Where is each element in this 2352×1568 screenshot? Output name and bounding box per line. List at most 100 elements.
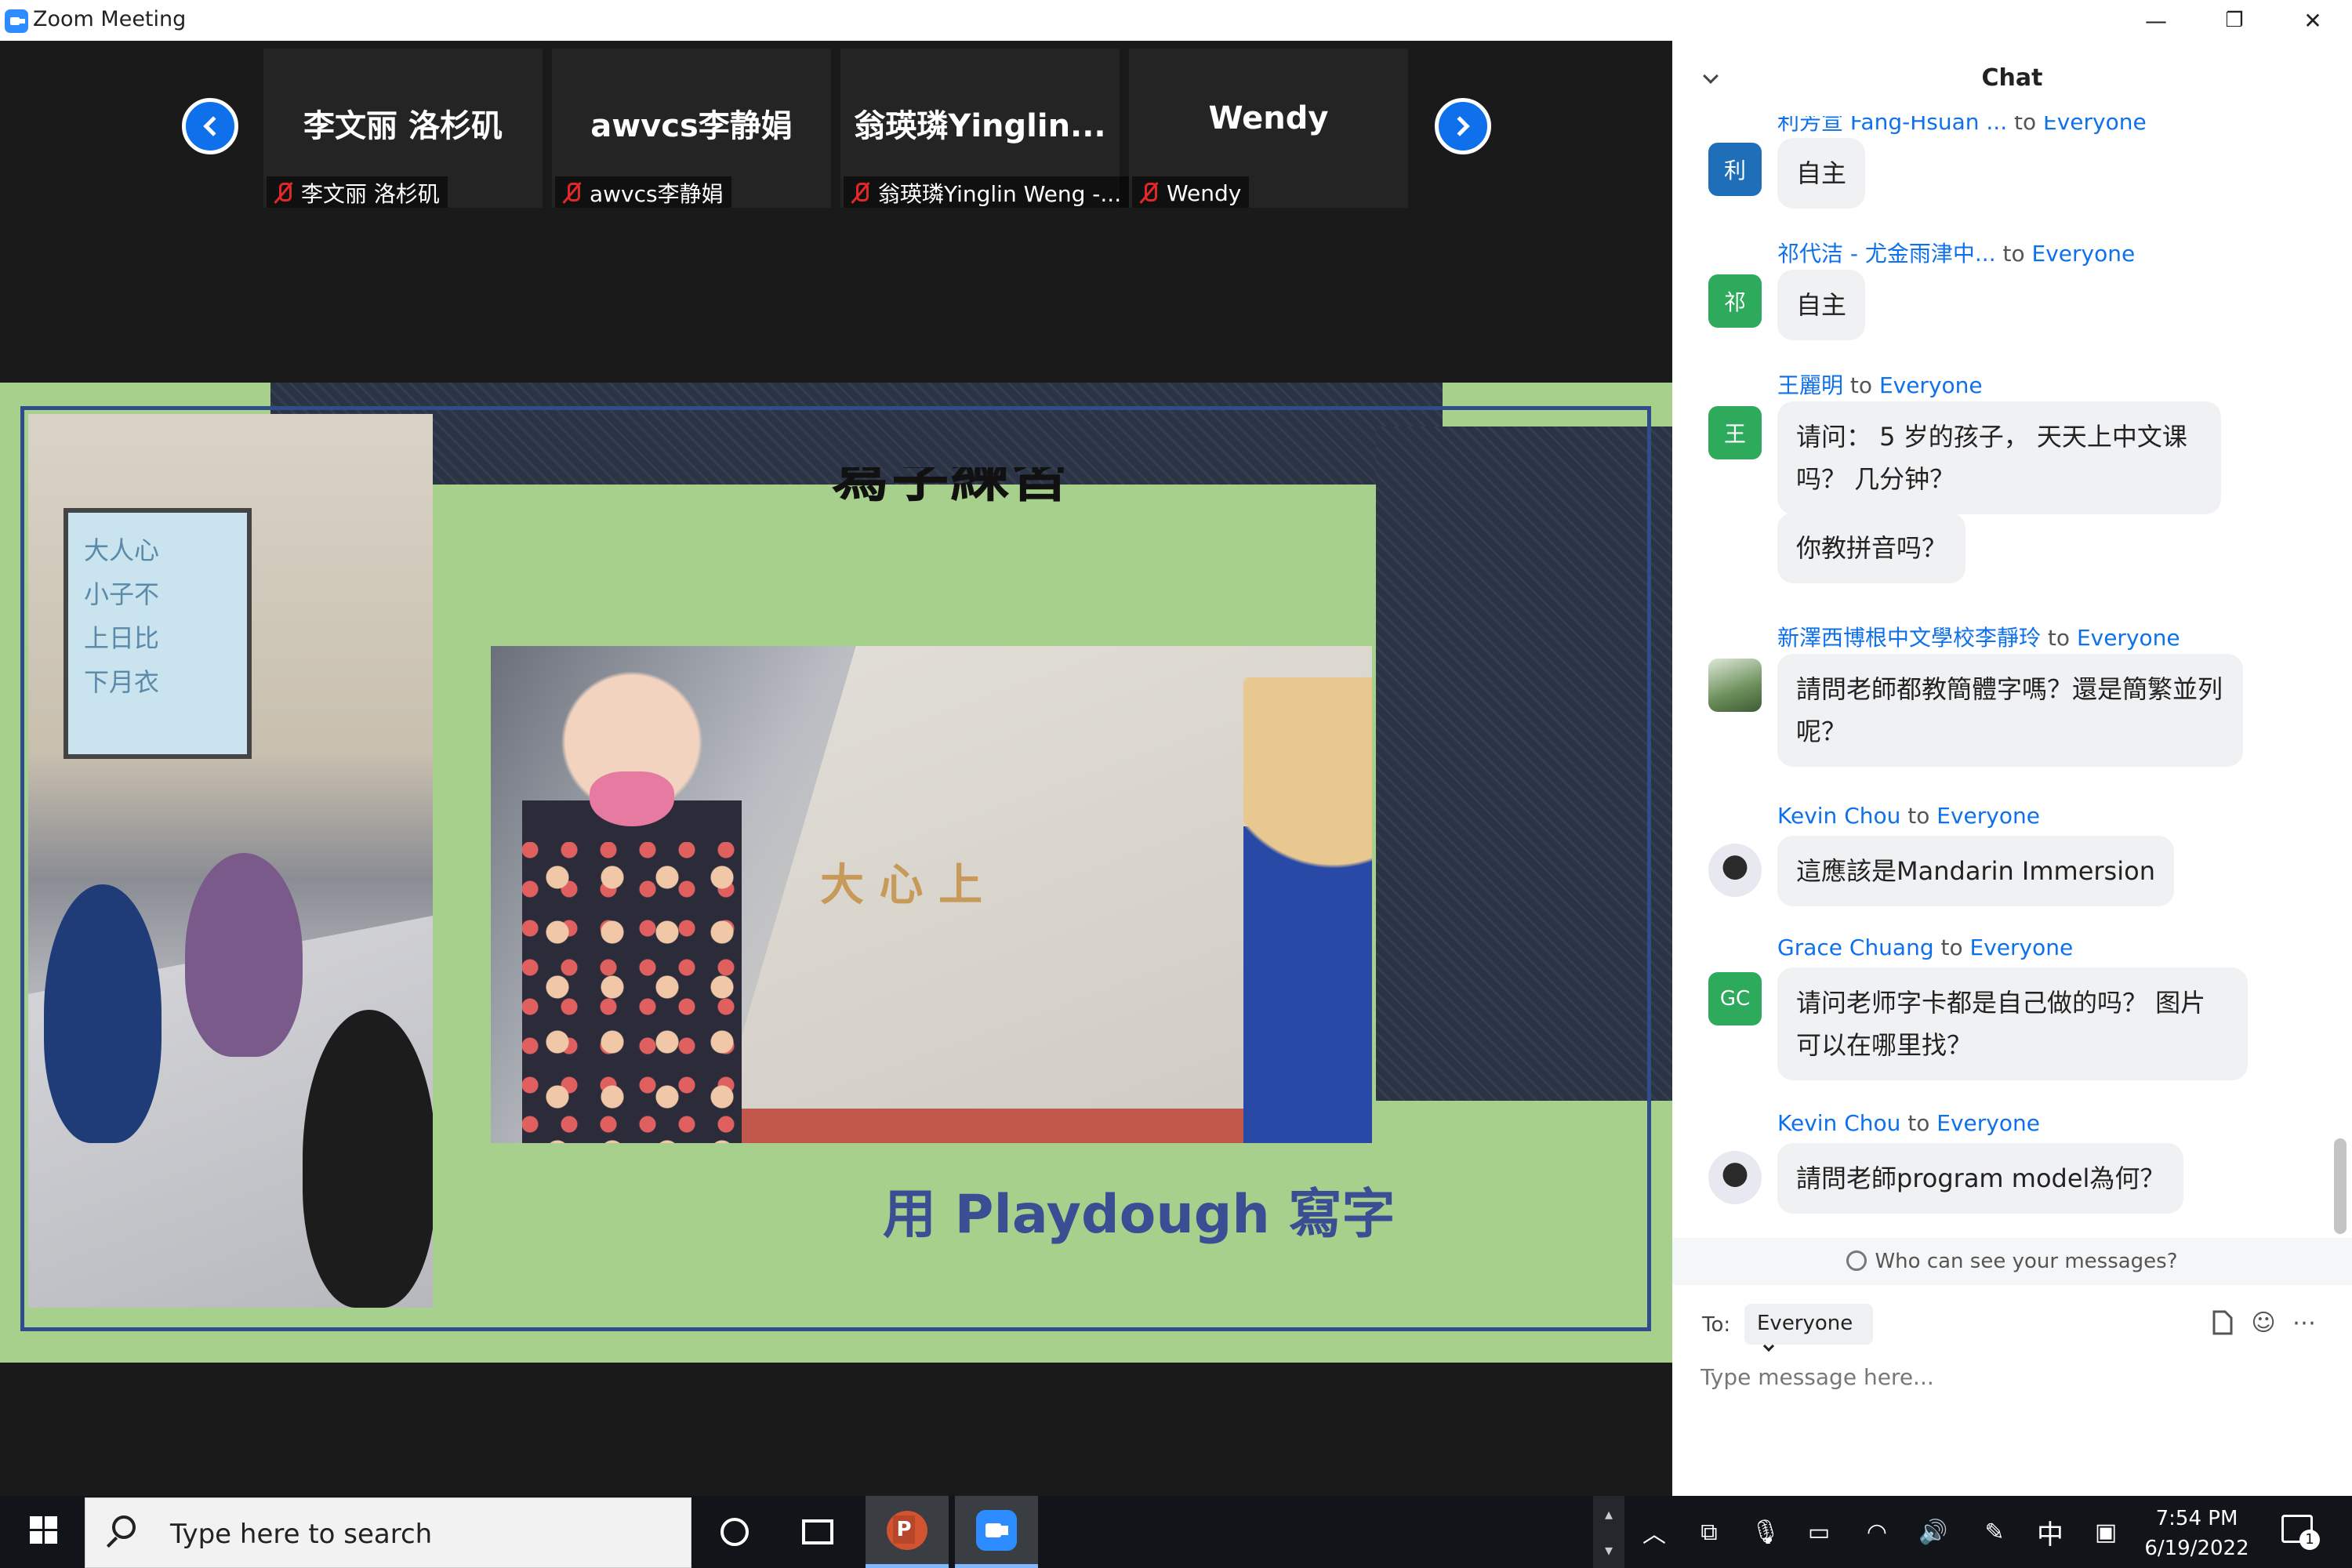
playdough-letters: 大 心 上 bbox=[820, 860, 982, 911]
chevron-down-icon bbox=[1762, 1340, 1775, 1352]
chevron-right-icon bbox=[1450, 116, 1470, 136]
message-sender: 祁代洁 - 尤金雨津中... to Everyone bbox=[1777, 237, 2135, 268]
participant-tile[interactable]: 李文丽 洛杉矶 李文丽 洛杉矶 bbox=[263, 49, 543, 208]
participant-name-tag: Wendy bbox=[1132, 176, 1250, 208]
participant-tile[interactable]: awvcs李静娟 awvcs李静娟 bbox=[552, 49, 831, 208]
battery-icon[interactable]: ▭ bbox=[1803, 1516, 1835, 1548]
sender-name: Grace Chuang bbox=[1777, 935, 1934, 960]
avatar: 利 bbox=[1708, 143, 1762, 196]
avatar bbox=[1708, 1151, 1762, 1204]
microphone-icon[interactable]: 🎙 bbox=[1750, 1516, 1781, 1548]
participant-display-name: 李文丽 洛杉矶 bbox=[303, 108, 503, 144]
taskbar-scroll-control[interactable]: ▴ ▾ bbox=[1593, 1496, 1624, 1568]
powerpoint-icon[interactable] bbox=[866, 1496, 949, 1568]
to-label: to bbox=[2002, 241, 2025, 267]
participant-tag-label: 翁瑛璘Yinglin Weng -... bbox=[878, 181, 1122, 207]
restore-button[interactable]: ❐ bbox=[2195, 0, 2274, 41]
privacy-link-label: Who can see your messages? bbox=[1875, 1250, 2178, 1273]
student-figure bbox=[1243, 677, 1372, 1143]
to-label: to bbox=[1940, 935, 1963, 960]
search-placeholder: Type here to search bbox=[170, 1519, 433, 1550]
notifications-icon[interactable]: 1 bbox=[2281, 1515, 2320, 1550]
sender-name: 新澤西博根中文學校李靜玲 bbox=[1777, 625, 2042, 651]
message-sender: Kevin Chou to Everyone bbox=[1777, 803, 2040, 829]
message-sender: 利芳宣 Fang-Hsuan ... to Everyone bbox=[1777, 116, 2147, 136]
emoji-icon[interactable]: ☺ bbox=[2249, 1308, 2278, 1337]
notification-badge: 1 bbox=[2299, 1530, 2320, 1550]
volume-icon[interactable]: 🔊 bbox=[1918, 1516, 1949, 1548]
show-hidden-icons-icon[interactable]: ︿ bbox=[1639, 1516, 1670, 1548]
clock-time: 7:54 PM bbox=[2155, 1507, 2238, 1530]
participant-display-name: 翁瑛璘Yinglin... bbox=[854, 108, 1106, 144]
chevron-left-icon bbox=[203, 116, 223, 136]
mic-muted-icon bbox=[563, 181, 580, 205]
task-view-icon[interactable] bbox=[776, 1496, 859, 1568]
chat-scrollbar[interactable] bbox=[2334, 1138, 2347, 1234]
student-figure bbox=[303, 1010, 433, 1308]
recipient-name: Everyone bbox=[1878, 372, 1983, 398]
pen-icon[interactable]: ✎ bbox=[1979, 1516, 2010, 1548]
who-can-see-messages-link[interactable]: Who can see your messages? bbox=[1672, 1238, 2352, 1285]
mic-muted-icon bbox=[274, 181, 292, 205]
file-icon[interactable] bbox=[2209, 1308, 2237, 1337]
student-figure bbox=[44, 884, 162, 1143]
taskbar-clock[interactable]: 7:54 PM 6/19/2022 bbox=[2134, 1504, 2259, 1563]
participant-tile[interactable]: Wendy Wendy bbox=[1129, 49, 1408, 208]
chat-composer: To: Everyone ☺ ⋯ bbox=[1672, 1285, 2352, 1496]
video-area: 李文丽 洛杉矶 李文丽 洛杉矶 awvcs李静娟 awvcs李静娟 翁瑛璘Yin… bbox=[0, 41, 1672, 1496]
shared-screen: 大人心 小子不 上日比 下月衣 大 心 上 寫字練習 用 Playdough 寫… bbox=[0, 383, 1672, 1363]
search-icon bbox=[112, 1515, 136, 1539]
next-page-button[interactable] bbox=[1435, 98, 1491, 154]
recipient-name: Everyone bbox=[1936, 803, 2040, 829]
slide-caption: 用 Playdough 寫字 bbox=[883, 1184, 1396, 1246]
close-button[interactable]: ✕ bbox=[2274, 0, 2352, 41]
recipient-name: Everyone bbox=[1969, 935, 2074, 960]
previous-page-button[interactable] bbox=[182, 98, 238, 154]
message-bubble: 请问老师字卡都是自己做的吗？ 图片可以在哪里找？ bbox=[1777, 967, 2248, 1080]
avatar: GC bbox=[1708, 972, 1762, 1025]
taskbar: Type here to search ▴▾ ︿ ⧉ 🎙 ▭ ◠ 🔊 ✎ 中 ▣… bbox=[0, 1496, 2352, 1568]
person-icon bbox=[1846, 1250, 1867, 1271]
to-label: to bbox=[1849, 372, 1873, 398]
sender-name: Kevin Chou bbox=[1777, 803, 1901, 829]
message-sender: Kevin Chou to Everyone bbox=[1777, 1110, 2040, 1136]
message-input[interactable] bbox=[1700, 1357, 2320, 1396]
participant-tag-label: Wendy bbox=[1167, 180, 1242, 206]
student-figure bbox=[522, 654, 742, 1143]
recipient-name: Everyone bbox=[2031, 241, 2136, 267]
message-bubble: 這應該是Mandarin Immersion bbox=[1777, 836, 2174, 906]
participant-tile[interactable]: 翁瑛璘Yinglin... 翁瑛璘Yinglin Weng -... bbox=[840, 49, 1130, 208]
participant-tag-label: 李文丽 洛杉矶 bbox=[301, 181, 440, 207]
recipient-name: Everyone bbox=[1936, 1110, 2040, 1136]
participant-name-tag: 翁瑛璘Yinglin Weng -... bbox=[844, 176, 1130, 208]
more-options-icon[interactable]: ⋯ bbox=[2290, 1308, 2318, 1337]
meeting-icon[interactable]: ⧉ bbox=[1693, 1516, 1725, 1548]
board-characters: 大人心 小子不 上日比 下月衣 bbox=[84, 535, 160, 697]
message-bubble: 请问： 5 岁的孩子， 天天上中文课吗？ 几分钟？ bbox=[1777, 401, 2221, 514]
participant-display-name: Wendy bbox=[1208, 100, 1329, 136]
chat-title: Chat bbox=[1981, 64, 2043, 92]
taskbar-search-box[interactable]: Type here to search bbox=[85, 1497, 691, 1568]
message-bubble: 請問老師都教簡體字嗎？還是簡繁並列呢？ bbox=[1777, 654, 2243, 767]
recipient-selected: Everyone bbox=[1757, 1312, 1853, 1335]
windows-start-button[interactable] bbox=[16, 1496, 71, 1568]
sender-name: Kevin Chou bbox=[1777, 1110, 1901, 1136]
playdough-photo: 大 心 上 bbox=[491, 646, 1372, 1143]
recipient-dropdown[interactable]: Everyone bbox=[1744, 1304, 1873, 1352]
zoom-taskbar-icon[interactable] bbox=[955, 1496, 1038, 1568]
chat-message-list[interactable]: 利芳宣 Fang-Hsuan ... to Everyone 利 自主 祁代洁 … bbox=[1672, 116, 2352, 1237]
message-sender: Grace Chuang to Everyone bbox=[1777, 935, 2073, 960]
wifi-icon[interactable]: ◠ bbox=[1861, 1516, 1893, 1548]
mic-muted-icon bbox=[851, 181, 869, 205]
classroom-photo: 大人心 小子不 上日比 下月衣 bbox=[28, 414, 433, 1308]
student-figure bbox=[185, 853, 303, 1057]
avatar: 王 bbox=[1708, 406, 1762, 459]
to-label: to bbox=[1907, 803, 1930, 829]
minimize-button[interactable]: — bbox=[2117, 0, 2195, 41]
ime-indicator[interactable]: 中 bbox=[2037, 1513, 2063, 1552]
cortana-icon[interactable] bbox=[693, 1496, 776, 1568]
to-label: to bbox=[1907, 1110, 1930, 1136]
message-bubble: 自主 bbox=[1777, 270, 1866, 340]
sender-name: 王麗明 bbox=[1777, 372, 1844, 398]
input-mode-icon[interactable]: ▣ bbox=[2090, 1516, 2122, 1548]
